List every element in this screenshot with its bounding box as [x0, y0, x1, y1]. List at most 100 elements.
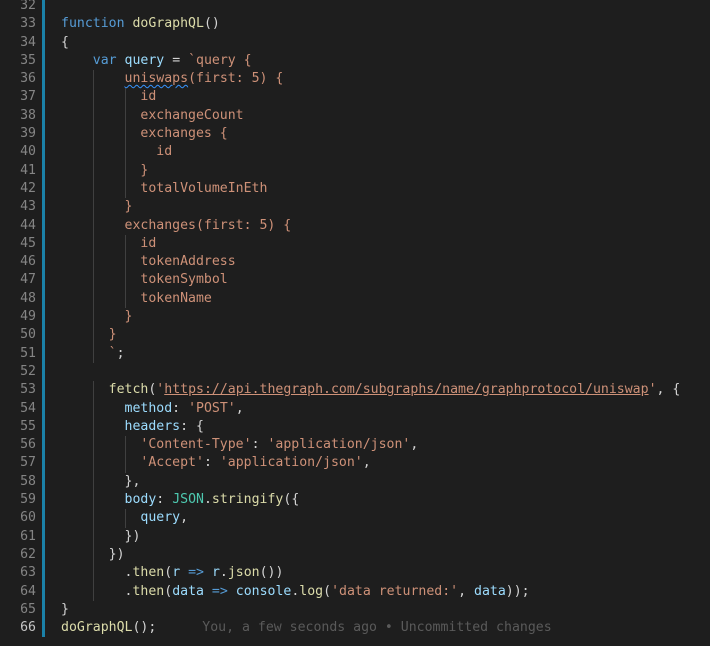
gutter-modified-indicator[interactable]	[42, 308, 45, 327]
code-text: fetch('https://api.thegraph.com/subgraph…	[61, 381, 681, 399]
code-line[interactable]: 50 }	[0, 326, 710, 345]
code-line[interactable]: 60 query,	[0, 509, 710, 528]
code-token: ,	[180, 510, 189, 526]
line-number: 60	[20, 510, 36, 526]
gutter-modified-indicator[interactable]	[42, 454, 45, 473]
code-line[interactable]: 58 },	[0, 472, 710, 492]
gutter-modified-indicator[interactable]	[42, 417, 45, 437]
gutter-modified-indicator[interactable]	[42, 271, 45, 290]
code-line[interactable]: 32	[0, 0, 710, 16]
line-number: 40	[20, 144, 36, 160]
gutter-modified-indicator[interactable]	[42, 491, 45, 510]
gutter-modified-indicator[interactable]	[42, 70, 45, 89]
code-token: fetch	[108, 382, 149, 398]
gutter-modified-indicator[interactable]	[42, 88, 45, 107]
code-line[interactable]: 66 doGraphQL(); You, a few seconds ago • U…	[0, 619, 710, 638]
code-line[interactable]: 33 function doGraphQL()	[0, 15, 710, 34]
gutter-modified-indicator[interactable]	[42, 472, 45, 492]
gutter-modified-indicator[interactable]	[42, 15, 45, 34]
code-line[interactable]: 37 id	[0, 88, 710, 107]
code-text: id	[61, 88, 156, 106]
code-text: exchanges {	[61, 125, 227, 143]
code-line[interactable]: 65}	[0, 600, 710, 620]
gutter-modified-indicator[interactable]	[42, 619, 45, 638]
gutter-modified-indicator[interactable]	[42, 582, 45, 601]
code-token: ())	[259, 565, 284, 581]
gutter-modified-indicator[interactable]	[42, 234, 45, 254]
code-line[interactable]: 52	[0, 362, 710, 382]
code-line[interactable]: 36 uniswaps(first: 5) {	[0, 70, 710, 89]
gutter-modified-indicator[interactable]	[42, 161, 45, 180]
code-line[interactable]: 44 exchanges(first: 5) {	[0, 216, 710, 235]
code-line[interactable]: 55 headers: {	[0, 417, 710, 437]
line-number: 62	[20, 546, 36, 562]
code-line[interactable]: 38 exchangeCount	[0, 106, 710, 126]
gutter-modified-indicator[interactable]	[42, 344, 45, 363]
url-link[interactable]: https://api.thegraph.com/subgraphs/name/…	[164, 382, 648, 397]
code-token: exchanges(first: 5) {	[61, 217, 292, 233]
gutter-modified-indicator[interactable]	[42, 600, 45, 620]
code-line[interactable]: 42 totalVolumeInEth	[0, 179, 710, 199]
code-line[interactable]: 62 })	[0, 545, 710, 565]
gutter-modified-indicator[interactable]	[42, 289, 45, 309]
gutter-modified-indicator[interactable]	[42, 179, 45, 199]
code-line[interactable]: 63 .then(r => r.json())	[0, 564, 710, 583]
code-line[interactable]: 48 tokenName	[0, 289, 710, 309]
code-line[interactable]: 64 .then(data => console.log('data retur…	[0, 582, 710, 601]
code-token: =>	[211, 583, 228, 599]
gutter-modified-indicator[interactable]	[42, 545, 45, 565]
code-token: tokenName	[61, 290, 212, 306]
code-token: })	[61, 546, 125, 562]
code-token: ({	[283, 492, 300, 508]
gutter-modified-indicator[interactable]	[42, 326, 45, 345]
code-line[interactable]: 46 tokenAddress	[0, 253, 710, 272]
gutter-modified-indicator[interactable]	[42, 436, 45, 455]
gutter-modified-indicator[interactable]	[42, 216, 45, 235]
code-editor[interactable]: 32 33 function doGraphQL() 34{35 var query …	[0, 0, 710, 646]
code-line[interactable]: 43 }	[0, 198, 710, 217]
gutter-modified-indicator[interactable]	[42, 33, 45, 52]
code-line[interactable]: 49 }	[0, 308, 710, 327]
gutter-modified-indicator[interactable]	[42, 362, 45, 382]
gutter-modified-indicator[interactable]	[42, 253, 45, 272]
code-line[interactable]: 59 body: JSON.stringify({	[0, 491, 710, 510]
line-number: 50	[20, 327, 36, 343]
code-line[interactable]: 54 method: 'POST',	[0, 399, 710, 418]
code-line[interactable]: 47 tokenSymbol	[0, 271, 710, 290]
gutter-modified-indicator[interactable]	[42, 143, 45, 162]
gutter-modified-indicator[interactable]	[42, 198, 45, 217]
code-token: 'POST'	[188, 400, 236, 416]
code-line[interactable]: 39 exchanges {	[0, 125, 710, 144]
code-line[interactable]: 53 fetch('https://api.thegraph.com/subgr…	[0, 381, 710, 400]
code-line[interactable]: 34 {	[0, 33, 710, 52]
code-line[interactable]: 40 id	[0, 143, 710, 162]
gutter-modified-indicator[interactable]	[42, 381, 45, 400]
code-line[interactable]: 57 'Accept': 'application/json',	[0, 454, 710, 473]
code-token: :	[172, 400, 189, 416]
code-line[interactable]: 45 id	[0, 234, 710, 254]
code-line[interactable]: 56 'Content-Type': 'application/json',	[0, 436, 710, 455]
code-line[interactable]: 51 `;	[0, 344, 710, 363]
gutter-modified-indicator[interactable]	[42, 509, 45, 528]
code-token: json	[227, 565, 260, 581]
gutter-modified-indicator[interactable]	[42, 527, 45, 546]
code-token: r	[211, 565, 220, 581]
gutter-modified-indicator[interactable]	[42, 125, 45, 144]
code-line[interactable]: 35 var query = `query {	[0, 51, 710, 71]
code-token: 'application/json'	[219, 455, 363, 471]
gutter-modified-indicator[interactable]	[42, 0, 45, 16]
gutter-modified-indicator[interactable]	[42, 106, 45, 126]
code-token: exchangeCount	[61, 107, 244, 123]
gutter-modified-indicator[interactable]	[42, 399, 45, 418]
gutter-modified-indicator[interactable]	[42, 564, 45, 583]
code-line[interactable]: 41 }	[0, 161, 710, 180]
code-text: })	[61, 528, 141, 546]
gutter-modified-indicator[interactable]	[42, 51, 45, 71]
code-line[interactable]: 61 })	[0, 527, 710, 546]
code-text: tokenAddress	[61, 253, 235, 271]
